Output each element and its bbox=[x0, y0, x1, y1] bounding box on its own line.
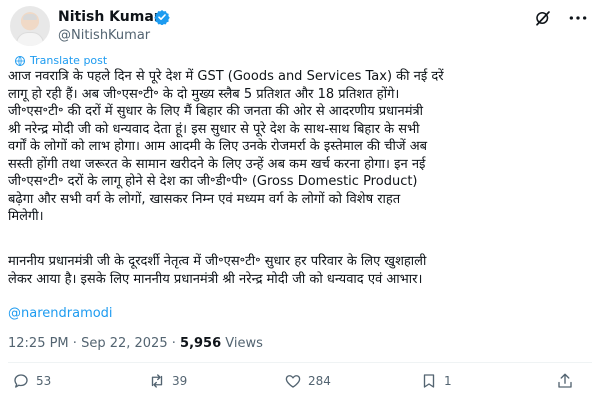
like-count: 284 bbox=[308, 374, 331, 388]
divider bbox=[8, 362, 592, 363]
author-handle[interactable]: @NitishKumar bbox=[58, 28, 150, 43]
more-icon[interactable] bbox=[568, 12, 588, 24]
translate-post-label[interactable]: Translate post bbox=[30, 54, 107, 67]
grok-icon[interactable] bbox=[534, 9, 552, 27]
translate-post-link[interactable]: Translate post bbox=[14, 54, 107, 67]
globe-icon bbox=[15, 55, 25, 66]
bookmark-count: 1 bbox=[444, 374, 452, 388]
tweet-paragraph-1: आज नवरात्रि के पहले दिन से पूरे देश में … bbox=[8, 69, 444, 224]
like-button[interactable]: 284 bbox=[284, 372, 331, 390]
tweet-paragraph-2: माननीय प्रधानमंत्री जी के दूरदर्शी नेतृत… bbox=[8, 254, 427, 287]
repost-count: 39 bbox=[172, 374, 188, 388]
avatar[interactable] bbox=[10, 6, 50, 46]
tweet-meta: 12:25 PM · Sep 22, 2025 · 5,956 Views bbox=[8, 336, 263, 351]
action-bar: 53 39 284 1 bbox=[0, 368, 600, 396]
post-date[interactable]: Sep 22, 2025 bbox=[81, 336, 168, 351]
reply-count: 53 bbox=[36, 374, 52, 388]
bookmark-button[interactable]: 1 bbox=[420, 372, 452, 390]
heart-icon bbox=[285, 375, 301, 388]
meta-separator: · bbox=[72, 336, 77, 351]
bookmark-icon bbox=[423, 374, 435, 388]
share-button[interactable] bbox=[556, 372, 574, 390]
author-name[interactable]: Nitish Kumar bbox=[58, 9, 161, 25]
mention-link[interactable]: @narendramodi bbox=[8, 306, 113, 321]
views-label: Views bbox=[225, 336, 263, 351]
verified-badge-icon bbox=[154, 10, 170, 25]
reply-button[interactable]: 53 bbox=[12, 372, 51, 390]
views-count: 5,956 bbox=[180, 336, 222, 351]
reply-icon bbox=[14, 374, 28, 388]
repost-icon bbox=[151, 374, 163, 388]
share-icon bbox=[558, 373, 572, 388]
repost-button[interactable]: 39 bbox=[148, 372, 187, 390]
post-time[interactable]: 12:25 PM bbox=[8, 336, 69, 351]
meta-separator-2: · bbox=[171, 336, 176, 351]
tweet-header: Nitish Kumar @NitishKumar bbox=[0, 0, 600, 52]
